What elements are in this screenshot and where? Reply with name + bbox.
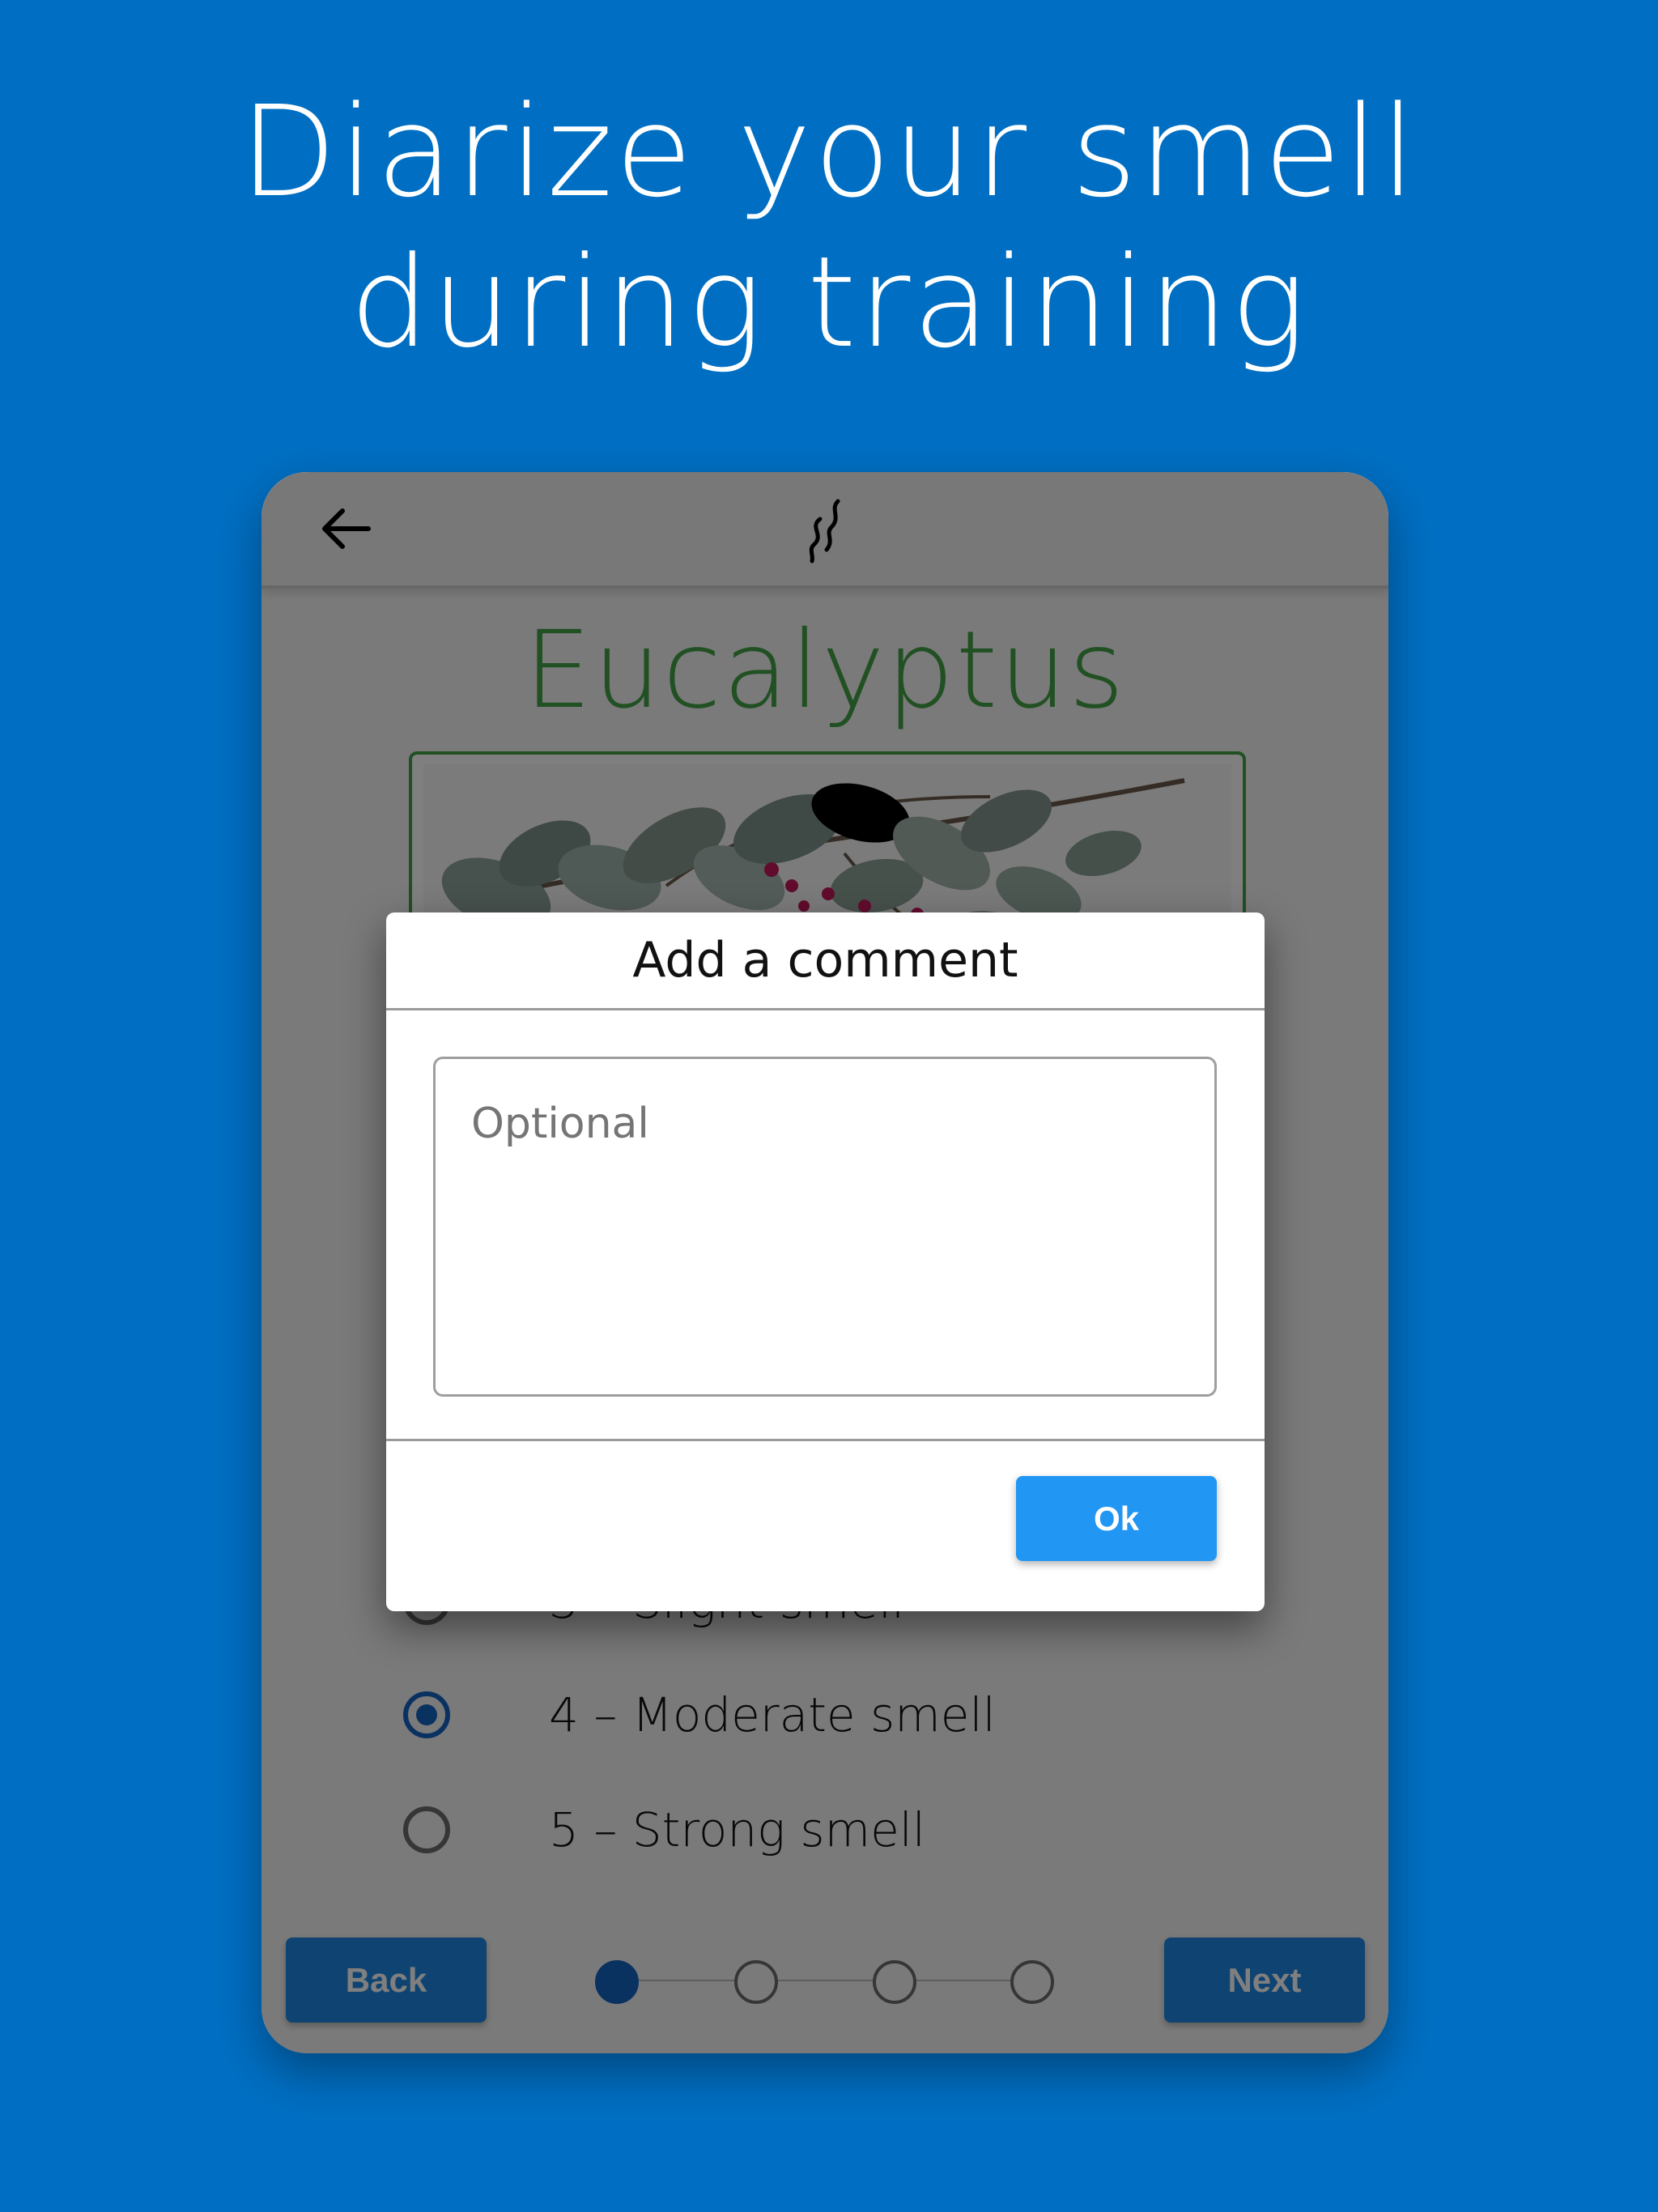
headline-line-1: Diarize your smell xyxy=(240,79,1418,225)
comment-dialog: Add a comment Ok xyxy=(386,912,1265,1611)
dialog-divider xyxy=(386,1439,1265,1441)
headline-line-2: during training xyxy=(349,229,1309,376)
ok-button[interactable]: Ok xyxy=(1016,1476,1217,1561)
dialog-title: Add a comment xyxy=(386,912,1265,1010)
comment-input[interactable] xyxy=(433,1057,1217,1397)
headline: Diarize your smell during training xyxy=(0,77,1658,378)
